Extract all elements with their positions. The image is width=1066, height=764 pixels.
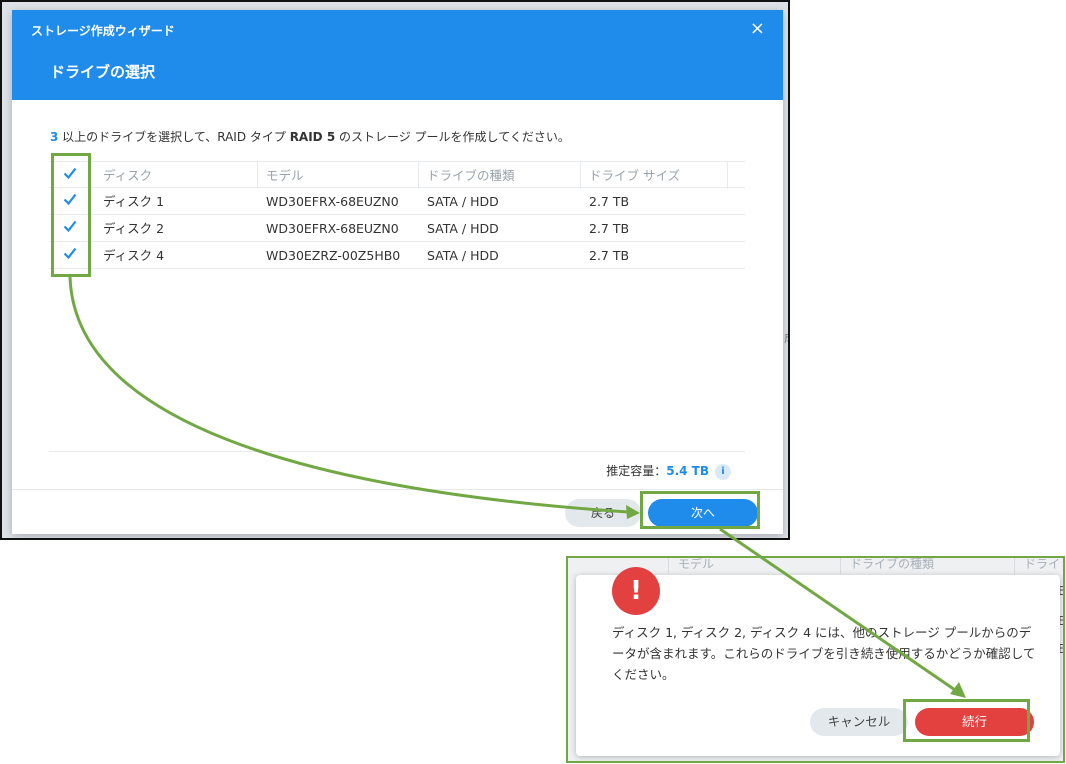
disk-name: ディスク 4 (103, 248, 165, 263)
wizard-header: ストレージ作成ウィザード × ドライブの選択 (12, 10, 783, 100)
wizard-screenshot: ストレージ作成ウィザード × ドライブの選択 3 以上のドライブを選択して、RA… (0, 0, 790, 540)
background-text: 成 (784, 329, 788, 346)
footer-divider (12, 489, 783, 490)
disk-type: SATA / HDD (427, 221, 499, 236)
close-icon[interactable]: × (750, 18, 765, 39)
table-row[interactable]: ディスク 4 WD30EZRZ-00Z5HB0 SATA / HDD 2.7 T… (49, 242, 745, 269)
window-title: ストレージ作成ウィザード (31, 24, 175, 38)
confirm-message: ディスク 1, ディスク 2, ディスク 4 には、他のストレージ プールからの… (612, 625, 1036, 682)
estimated-capacity: 推定容量：5.4 TB i (606, 462, 731, 480)
instruction-part-1: 以上のドライブを選択して、RAID タイプ (58, 130, 290, 144)
disk-size: 2.7 TB (589, 221, 630, 236)
disk-type: SATA / HDD (427, 248, 499, 263)
disk-type: SATA / HDD (427, 194, 499, 209)
disk-size: 2.7 TB (589, 194, 630, 209)
drive-table: ディスク モデル ドライブの種類 ドライブ サイズ ディスク 1 WD30EFR… (49, 161, 745, 269)
step-title: ドライブの選択 (50, 63, 156, 81)
info-icon[interactable]: i (715, 463, 731, 480)
disk-model: WD30EFRX-68EUZN0 (266, 194, 399, 209)
divider (668, 558, 669, 574)
instruction-text: 3 以上のドライブを選択して、RAID タイプ RAID 5 のストレージ プー… (50, 128, 570, 145)
disk-model: WD30EZRZ-00Z5HB0 (266, 248, 401, 263)
column-header-type[interactable]: ドライブの種類 (419, 162, 581, 189)
bg-header-type: ドライブの種類 (850, 557, 935, 571)
disk-model: WD30EFRX-68EUZN0 (266, 221, 399, 236)
highlight-next-button (640, 491, 760, 529)
bg-header-size: ドライ (1024, 557, 1061, 571)
raid-type: RAID 5 (289, 130, 336, 144)
table-header-row: ディスク モデル ドライブの種類 ドライブ サイズ (49, 161, 745, 189)
storage-wizard-dialog: ストレージ作成ウィザード × ドライブの選択 3 以上のドライブを選択して、RA… (12, 10, 783, 534)
bg-header-model: モデル (678, 557, 715, 571)
table-row[interactable]: ディスク 1 WD30EFRX-68EUZN0 SATA / HDD 2.7 T… (49, 188, 745, 215)
column-header-model[interactable]: モデル (258, 162, 419, 189)
disk-name: ディスク 2 (103, 221, 165, 236)
instruction-part-2: のストレージ プールを作成してください。 (335, 130, 570, 144)
capacity-value: 5.4 TB (666, 464, 709, 478)
disk-size: 2.7 TB (589, 248, 630, 263)
highlight-checkbox-column (51, 153, 91, 277)
highlight-continue-button (903, 699, 1030, 742)
disk-name: ディスク 1 (103, 194, 165, 209)
cancel-button[interactable]: キャンセル (810, 708, 908, 736)
capacity-label: 推定容量： (606, 464, 667, 478)
divider (1014, 558, 1015, 574)
back-button[interactable]: 戻る (565, 499, 641, 527)
alert-icon: ! (612, 567, 660, 615)
divider (840, 558, 841, 574)
column-header-disk[interactable]: ディスク (95, 162, 258, 189)
table-row[interactable]: ディスク 2 WD30EFRX-68EUZN0 SATA / HDD 2.7 T… (49, 215, 745, 242)
divider (49, 451, 745, 452)
column-header-size[interactable]: ドライブ サイズ (581, 162, 728, 189)
